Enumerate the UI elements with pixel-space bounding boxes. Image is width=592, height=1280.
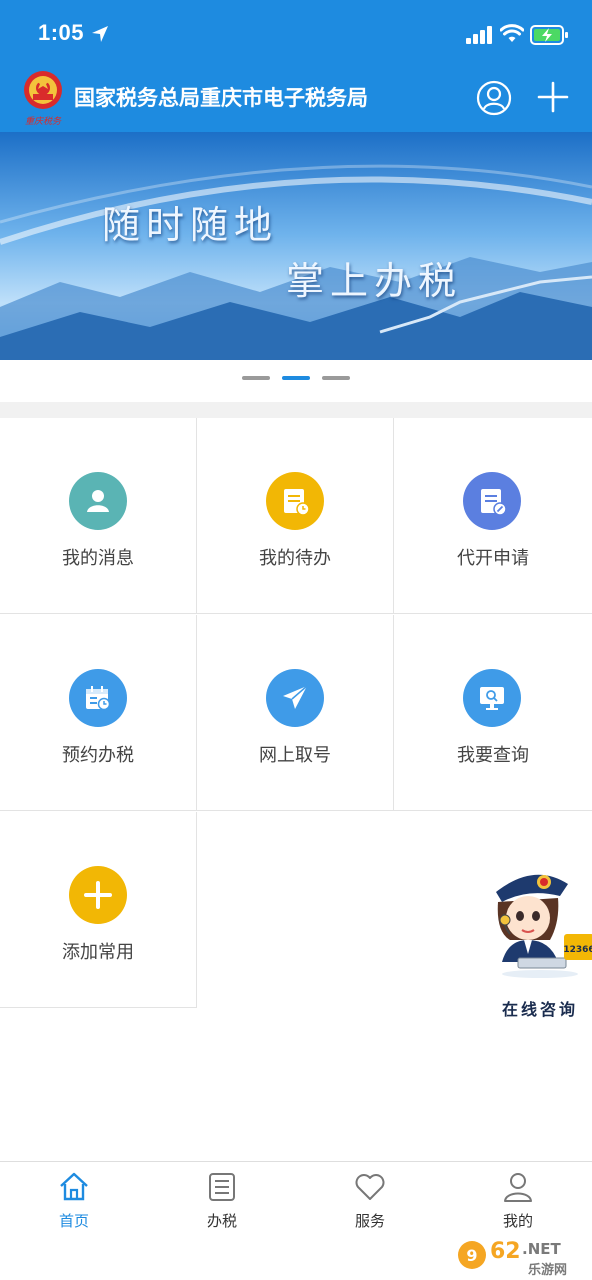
tab-label: 服务 <box>354 1213 385 1230</box>
banner-pagination <box>0 376 592 382</box>
tab-tax[interactable]: 办税 <box>148 1162 296 1242</box>
calendar-clock-icon <box>86 686 111 711</box>
grid-item-label: 代开申请 <box>457 548 529 568</box>
person-icon <box>504 1173 532 1202</box>
page-dot[interactable] <box>242 376 270 380</box>
location-arrow-icon <box>92 26 108 42</box>
tab-label: 首页 <box>58 1213 89 1230</box>
tax-emblem-logo: 重庆税务 <box>24 71 62 127</box>
status-bar: 1:05 <box>0 0 592 66</box>
grid-item-label: 网上取号 <box>259 745 331 765</box>
grid-item-label: 我要查询 <box>457 745 529 765</box>
banner-headline-2: 掌上办税 <box>286 259 463 303</box>
promo-banner[interactable]: 随时随地 掌上办税 <box>0 132 592 360</box>
monitor-search-icon <box>480 687 504 710</box>
grid-item-label: 添加常用 <box>62 942 134 962</box>
svg-text:62: 62 <box>490 1239 521 1264</box>
consultant-avatar-icon: 12366 <box>496 874 592 978</box>
grid-item-query[interactable]: 我要查询 <box>394 615 592 811</box>
banner-headline-1: 随时随地 <box>102 203 279 247</box>
tab-home[interactable]: 首页 <box>0 1162 148 1242</box>
svg-text:9: 9 <box>466 1246 477 1265</box>
doc-edit-icon <box>481 489 507 516</box>
app-header: 重庆税务 国家税务总局重庆市电子税务局 <box>0 66 592 132</box>
tab-label: 办税 <box>206 1213 237 1230</box>
tab-service[interactable]: 服务 <box>296 1162 444 1242</box>
grid-item-my-todo[interactable]: 我的待办 <box>197 418 394 614</box>
list-icon <box>209 1173 235 1201</box>
add-button[interactable] <box>536 80 570 114</box>
wifi-icon <box>500 24 524 42</box>
grid-icon-bg <box>69 866 127 924</box>
grid-icon-bg <box>69 472 127 530</box>
grid-item-label: 我的消息 <box>62 548 134 568</box>
watermark-logo: 9 62 .NET 乐游网 <box>452 1232 588 1278</box>
user-icon <box>87 490 109 512</box>
grid-icon-bg <box>266 472 324 530</box>
status-time: 1:05 <box>38 20 85 45</box>
grid-icon-bg <box>266 669 324 727</box>
online-consult-button[interactable]: 12366 在线咨询 <box>488 862 592 1022</box>
grid-icon-bg <box>463 669 521 727</box>
grid-item-invoice-request[interactable]: 代开申请 <box>394 418 592 614</box>
svg-text:重庆税务: 重庆税务 <box>25 116 62 127</box>
page-dot-active[interactable] <box>282 376 310 380</box>
paper-plane-icon <box>283 685 308 709</box>
top-bar: 1:05 重庆税务 国家税务总局重庆市电子税务局 <box>0 0 592 132</box>
section-divider <box>0 402 592 418</box>
app-root: 1:05 重庆税务 国家税务总局重庆市电子税务局 随时随地 掌上办税 我的消息 … <box>0 0 592 1280</box>
grid-item-add-favorite[interactable]: 添加常用 <box>0 812 197 1008</box>
plus-icon <box>84 881 112 909</box>
page-title: 国家税务总局重庆市电子税务局 <box>74 87 368 110</box>
grid-icon-bg <box>463 472 521 530</box>
grid-icon-bg <box>69 669 127 727</box>
user-profile-button[interactable] <box>476 80 512 116</box>
tab-label: 我的 <box>502 1213 533 1230</box>
grid-item-my-messages[interactable]: 我的消息 <box>0 418 197 614</box>
grid-item-online-ticket[interactable]: 网上取号 <box>197 615 394 811</box>
page-dot[interactable] <box>322 376 350 380</box>
banner-background <box>0 132 592 360</box>
grid-item-appointment[interactable]: 预约办税 <box>0 615 197 811</box>
heart-icon <box>355 1174 385 1200</box>
hotline-badge: 12366 <box>563 945 592 955</box>
svg-text:乐游网: 乐游网 <box>528 1262 567 1278</box>
cellular-signal-icon <box>466 26 492 44</box>
grid-item-label: 预约办税 <box>62 745 134 765</box>
svg-text:.NET: .NET <box>522 1240 561 1258</box>
battery-charging-icon <box>530 25 568 45</box>
todo-doc-icon <box>284 489 310 516</box>
grid-item-label: 我的待办 <box>259 548 331 568</box>
home-icon <box>60 1172 88 1201</box>
consult-label: 在线咨询 <box>502 1002 579 1019</box>
